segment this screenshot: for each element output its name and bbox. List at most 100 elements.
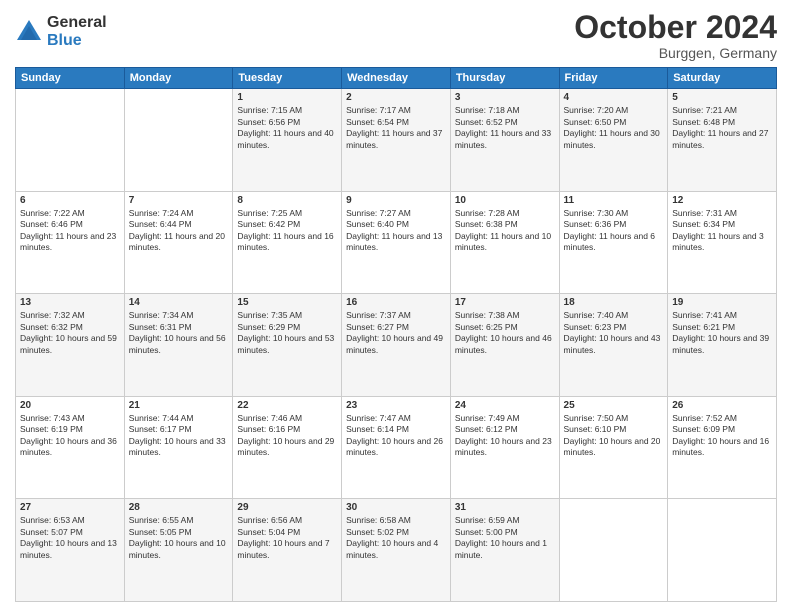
day-number: 16 (346, 297, 446, 308)
calendar-cell: 9 Sunrise: 7:27 AMSunset: 6:40 PMDaylight… (342, 191, 451, 294)
calendar-cell: 3 Sunrise: 7:18 AMSunset: 6:52 PMDaylight… (450, 89, 559, 192)
day-number: 25 (564, 400, 664, 411)
day-number: 2 (346, 92, 446, 103)
logo-general: General (47, 14, 107, 32)
day-number: 1 (237, 92, 337, 103)
calendar-week-row: 1Sunrise: 7:15 AMSunset: 6:56 PMDaylight… (16, 89, 777, 192)
month-title: October 2024 (574, 10, 777, 45)
calendar-week-row: 20 Sunrise: 7:43 AMSunset: 6:19 PMDayligh… (16, 396, 777, 499)
calendar-cell: 18Sunrise: 7:40 AMSunset: 6:23 PMDayligh… (559, 294, 668, 397)
header-friday: Friday (559, 68, 668, 89)
day-number: 22 (237, 400, 337, 411)
calendar-cell (668, 499, 777, 602)
header-tuesday: Tuesday (233, 68, 342, 89)
day-number: 10 (455, 195, 555, 206)
day-number: 20 (20, 400, 120, 411)
day-content: Sunrise: 7:35 AMSunset: 6:29 PMDaylight:… (237, 310, 337, 356)
day-number: 29 (237, 502, 337, 513)
day-number: 3 (455, 92, 555, 103)
calendar-cell: 10 Sunrise: 7:28 AMSunset: 6:38 PMDayligh… (450, 191, 559, 294)
day-number: 14 (129, 297, 229, 308)
calendar-cell: 17 Sunrise: 7:38 AMSunset: 6:25 PMDayligh… (450, 294, 559, 397)
logo-icon (15, 18, 43, 46)
calendar-cell (124, 89, 233, 192)
day-number: 21 (129, 400, 229, 411)
calendar-cell: 1Sunrise: 7:15 AMSunset: 6:56 PMDaylight… (233, 89, 342, 192)
day-content: Sunrise: 7:22 AMSunset: 6:46 PMDaylight:… (20, 208, 120, 254)
calendar-cell: 5 Sunrise: 7:21 AMSunset: 6:48 PMDaylight… (668, 89, 777, 192)
day-content: Sunrise: 6:59 AMSunset: 5:00 PMDaylight:… (455, 515, 555, 561)
calendar-cell: 25 Sunrise: 7:50 AMSunset: 6:10 PMDayligh… (559, 396, 668, 499)
calendar-cell: 19 Sunrise: 7:41 AMSunset: 6:21 PMDayligh… (668, 294, 777, 397)
calendar-cell: 27Sunrise: 6:53 AMSunset: 5:07 PMDayligh… (16, 499, 125, 602)
calendar-cell: 31Sunrise: 6:59 AMSunset: 5:00 PMDayligh… (450, 499, 559, 602)
day-number: 13 (20, 297, 120, 308)
day-content: Sunrise: 7:28 AMSunset: 6:38 PMDaylight:… (455, 208, 555, 254)
calendar-week-row: 27Sunrise: 6:53 AMSunset: 5:07 PMDayligh… (16, 499, 777, 602)
day-number: 15 (237, 297, 337, 308)
calendar-cell: 4Sunrise: 7:20 AMSunset: 6:50 PMDaylight… (559, 89, 668, 192)
day-content: Sunrise: 6:58 AMSunset: 5:02 PMDaylight:… (346, 515, 446, 561)
header-thursday: Thursday (450, 68, 559, 89)
header-wednesday: Wednesday (342, 68, 451, 89)
day-content: Sunrise: 7:27 AMSunset: 6:40 PMDaylight:… (346, 208, 446, 254)
day-number: 23 (346, 400, 446, 411)
day-number: 27 (20, 502, 120, 513)
calendar-cell: 13 Sunrise: 7:32 AMSunset: 6:32 PMDayligh… (16, 294, 125, 397)
page-header: General Blue October 2024 Burggen, Germa… (15, 10, 777, 61)
calendar-cell: 11Sunrise: 7:30 AMSunset: 6:36 PMDayligh… (559, 191, 668, 294)
calendar-cell: 8 Sunrise: 7:25 AMSunset: 6:42 PMDaylight… (233, 191, 342, 294)
day-content: Sunrise: 7:38 AMSunset: 6:25 PMDaylight:… (455, 310, 555, 356)
day-number: 30 (346, 502, 446, 513)
title-block: October 2024 Burggen, Germany (574, 10, 777, 61)
calendar-cell: 30 Sunrise: 6:58 AMSunset: 5:02 PMDayligh… (342, 499, 451, 602)
day-content: Sunrise: 7:18 AMSunset: 6:52 PMDaylight:… (455, 105, 555, 151)
day-content: Sunrise: 7:17 AMSunset: 6:54 PMDaylight:… (346, 105, 446, 151)
calendar-page: General Blue October 2024 Burggen, Germa… (0, 0, 792, 612)
calendar-cell: 22 Sunrise: 7:46 AMSunset: 6:16 PMDayligh… (233, 396, 342, 499)
header-saturday: Saturday (668, 68, 777, 89)
calendar-cell (559, 499, 668, 602)
day-content: Sunrise: 7:46 AMSunset: 6:16 PMDaylight:… (237, 413, 337, 459)
logo-blue: Blue (47, 32, 107, 50)
day-number: 24 (455, 400, 555, 411)
day-number: 7 (129, 195, 229, 206)
calendar-cell: 6Sunrise: 7:22 AMSunset: 6:46 PMDaylight… (16, 191, 125, 294)
day-content: Sunrise: 7:49 AMSunset: 6:12 PMDaylight:… (455, 413, 555, 459)
day-content: Sunrise: 7:41 AMSunset: 6:21 PMDaylight:… (672, 310, 772, 356)
day-number: 5 (672, 92, 772, 103)
calendar-cell: 2 Sunrise: 7:17 AMSunset: 6:54 PMDaylight… (342, 89, 451, 192)
header-sunday: Sunday (16, 68, 125, 89)
calendar-cell: 7 Sunrise: 7:24 AMSunset: 6:44 PMDaylight… (124, 191, 233, 294)
day-number: 9 (346, 195, 446, 206)
day-content: Sunrise: 7:25 AMSunset: 6:42 PMDaylight:… (237, 208, 337, 254)
day-content: Sunrise: 7:24 AMSunset: 6:44 PMDaylight:… (129, 208, 229, 254)
day-content: Sunrise: 7:21 AMSunset: 6:48 PMDaylight:… (672, 105, 772, 151)
day-content: Sunrise: 7:31 AMSunset: 6:34 PMDaylight:… (672, 208, 772, 254)
calendar-week-row: 6Sunrise: 7:22 AMSunset: 6:46 PMDaylight… (16, 191, 777, 294)
calendar-table: Sunday Monday Tuesday Wednesday Thursday… (15, 67, 777, 602)
day-number: 19 (672, 297, 772, 308)
calendar-cell: 21Sunrise: 7:44 AMSunset: 6:17 PMDayligh… (124, 396, 233, 499)
day-content: Sunrise: 7:47 AMSunset: 6:14 PMDaylight:… (346, 413, 446, 459)
day-number: 26 (672, 400, 772, 411)
logo: General Blue (15, 14, 107, 49)
day-number: 12 (672, 195, 772, 206)
calendar-cell: 26 Sunrise: 7:52 AMSunset: 6:09 PMDayligh… (668, 396, 777, 499)
day-content: Sunrise: 7:37 AMSunset: 6:27 PMDaylight:… (346, 310, 446, 356)
day-content: Sunrise: 7:40 AMSunset: 6:23 PMDaylight:… (564, 310, 664, 356)
calendar-cell: 29 Sunrise: 6:56 AMSunset: 5:04 PMDayligh… (233, 499, 342, 602)
day-content: Sunrise: 7:43 AMSunset: 6:19 PMDaylight:… (20, 413, 120, 459)
day-content: Sunrise: 6:55 AMSunset: 5:05 PMDaylight:… (129, 515, 229, 561)
day-content: Sunrise: 7:50 AMSunset: 6:10 PMDaylight:… (564, 413, 664, 459)
calendar-cell: 24 Sunrise: 7:49 AMSunset: 6:12 PMDayligh… (450, 396, 559, 499)
calendar-week-row: 13 Sunrise: 7:32 AMSunset: 6:32 PMDayligh… (16, 294, 777, 397)
day-content: Sunrise: 6:56 AMSunset: 5:04 PMDaylight:… (237, 515, 337, 561)
day-number: 17 (455, 297, 555, 308)
day-number: 4 (564, 92, 664, 103)
location: Burggen, Germany (574, 45, 777, 61)
day-number: 8 (237, 195, 337, 206)
day-content: Sunrise: 7:52 AMSunset: 6:09 PMDaylight:… (672, 413, 772, 459)
day-content: Sunrise: 7:32 AMSunset: 6:32 PMDaylight:… (20, 310, 120, 356)
weekday-header-row: Sunday Monday Tuesday Wednesday Thursday… (16, 68, 777, 89)
